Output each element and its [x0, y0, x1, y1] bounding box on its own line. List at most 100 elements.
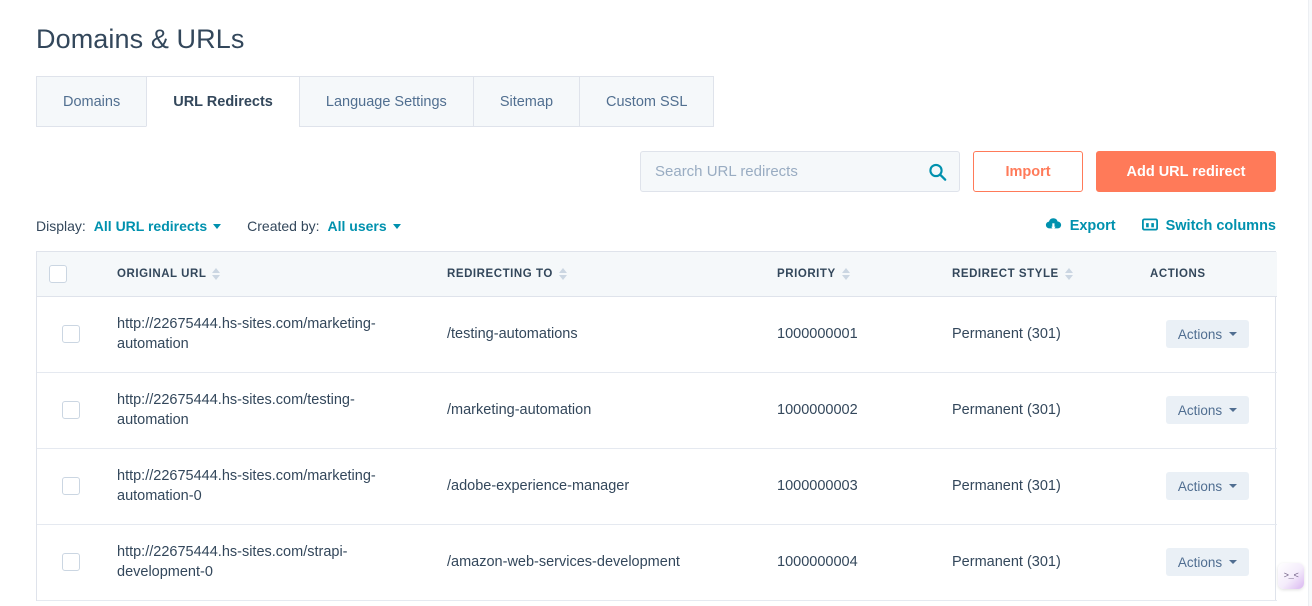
- search-input[interactable]: [640, 151, 960, 192]
- cell-actions: Actions: [1138, 448, 1277, 525]
- page-root: Domains & URLs Domains URL Redirects Lan…: [0, 0, 1312, 606]
- chevron-down-icon: [392, 223, 401, 229]
- page-title: Domains & URLs: [36, 24, 245, 54]
- widget-glyph: >_<: [1283, 571, 1299, 581]
- table-row[interactable]: http://22675444.hs-sites.com/marketing-a…: [37, 448, 1277, 525]
- display-filter-dropdown[interactable]: All URL redirects: [93, 218, 222, 234]
- cell-redirecting-to: /amazon-web-services-development: [435, 524, 765, 601]
- row-select-cell: [37, 524, 105, 601]
- created-by-value: All users: [327, 218, 387, 234]
- row-actions-label: Actions: [1177, 326, 1223, 342]
- row-actions-label: Actions: [1177, 554, 1223, 570]
- header-priority-label: PRIORITY: [777, 267, 836, 280]
- page-scrollbar-track[interactable]: [1308, 0, 1312, 606]
- header-original-url[interactable]: ORIGINAL URL: [105, 252, 435, 297]
- search-field-wrapper: [640, 151, 960, 192]
- cell-priority: 1000000003: [765, 448, 940, 525]
- switch-columns-label: Switch columns: [1165, 218, 1276, 234]
- display-label: Display:: [36, 218, 86, 234]
- row-actions-label: Actions: [1177, 478, 1223, 494]
- chevron-down-icon: [213, 223, 222, 229]
- import-button[interactable]: Import: [973, 151, 1083, 192]
- table-body: http://22675444.hs-sites.com/marketing-a…: [37, 296, 1277, 601]
- cloud-download-icon: [1045, 217, 1062, 235]
- cell-priority: 1000000002: [765, 372, 940, 449]
- redirects-table-container: ORIGINAL URL REDIRECTING TO PRIORITY RED…: [36, 251, 1277, 601]
- row-actions-label: Actions: [1177, 402, 1223, 418]
- export-label: Export: [1069, 218, 1116, 234]
- cell-redirecting-to: /marketing-automation: [435, 372, 765, 449]
- table-header-row: ORIGINAL URL REDIRECTING TO PRIORITY RED…: [37, 252, 1277, 297]
- chevron-down-icon: [1229, 408, 1238, 412]
- tab-domains[interactable]: Domains: [36, 76, 147, 127]
- cell-original-url: http://22675444.hs-sites.com/marketing-a…: [105, 296, 435, 373]
- tab-url-redirects[interactable]: URL Redirects: [146, 76, 299, 127]
- tab-bar: Domains URL Redirects Language Settings …: [36, 76, 1276, 127]
- cell-redirect-style: Permanent (301): [940, 524, 1138, 601]
- chevron-down-icon: [1229, 484, 1238, 488]
- header-actions-label: ACTIONS: [1150, 267, 1206, 280]
- select-all-checkbox[interactable]: [49, 264, 67, 283]
- created-by-dropdown[interactable]: All users: [328, 218, 401, 234]
- toolbar: Import Add URL redirect: [36, 151, 1276, 192]
- tab-label: URL Redirects: [173, 93, 273, 110]
- sort-arrows-icon[interactable]: [558, 267, 567, 280]
- chevron-down-icon: [1229, 332, 1238, 336]
- row-select-cell: [37, 448, 105, 525]
- table-row[interactable]: http://22675444.hs-sites.com/marketing-a…: [37, 296, 1277, 373]
- table-header: ORIGINAL URL REDIRECTING TO PRIORITY RED…: [37, 252, 1277, 297]
- table-row[interactable]: http://22675444.hs-sites.com/strapi-deve…: [37, 524, 1277, 601]
- cell-original-url: http://22675444.hs-sites.com/testing-aut…: [105, 372, 435, 449]
- row-actions-button[interactable]: Actions: [1165, 320, 1250, 348]
- header-redirecting-to[interactable]: REDIRECTING TO: [435, 252, 765, 297]
- row-checkbox[interactable]: [62, 553, 80, 572]
- chevron-down-icon: [1229, 560, 1238, 564]
- header-redirect-style[interactable]: REDIRECT STYLE: [940, 252, 1138, 297]
- tab-label: Sitemap: [499, 93, 554, 110]
- export-button[interactable]: Export: [1045, 217, 1116, 235]
- sort-arrows-icon[interactable]: [212, 267, 221, 280]
- row-actions-button[interactable]: Actions: [1165, 548, 1250, 576]
- header-priority[interactable]: PRIORITY: [765, 252, 940, 297]
- header-actions: ACTIONS: [1138, 252, 1277, 297]
- table-row[interactable]: http://22675444.hs-sites.com/testing-aut…: [37, 372, 1277, 449]
- cell-priority: 1000000004: [765, 524, 940, 601]
- header-original-url-label: ORIGINAL URL: [117, 267, 207, 280]
- help-widget-button[interactable]: >_<: [1278, 563, 1304, 589]
- cell-redirecting-to: /adobe-experience-manager: [435, 448, 765, 525]
- cell-redirecting-to: /testing-automations: [435, 296, 765, 373]
- tab-label: Language Settings: [325, 93, 447, 110]
- tab-custom-ssl[interactable]: Custom SSL: [579, 76, 715, 127]
- header-select-all: [37, 252, 105, 297]
- row-checkbox[interactable]: [62, 477, 80, 496]
- created-by-label: Created by:: [247, 218, 320, 234]
- cell-redirect-style: Permanent (301): [940, 296, 1138, 373]
- tab-label: Custom SSL: [606, 93, 688, 110]
- header-redirect-style-label: REDIRECT STYLE: [952, 267, 1059, 280]
- row-select-cell: [37, 372, 105, 449]
- tab-language-settings[interactable]: Language Settings: [298, 76, 473, 127]
- row-checkbox[interactable]: [62, 325, 80, 344]
- cell-actions: Actions: [1138, 372, 1277, 449]
- add-url-redirect-button[interactable]: Add URL redirect: [1096, 151, 1276, 192]
- cell-original-url: http://22675444.hs-sites.com/strapi-deve…: [105, 524, 435, 601]
- row-checkbox[interactable]: [62, 401, 80, 420]
- tab-label: Domains: [63, 93, 121, 110]
- tab-sitemap[interactable]: Sitemap: [472, 76, 580, 127]
- sort-arrows-icon[interactable]: [841, 267, 850, 280]
- columns-icon: [1141, 217, 1158, 235]
- sort-arrows-icon[interactable]: [1064, 267, 1073, 280]
- cell-original-url: http://22675444.hs-sites.com/marketing-a…: [105, 448, 435, 525]
- row-actions-button[interactable]: Actions: [1165, 472, 1250, 500]
- filter-bar: Display: All URL redirects Created by: A…: [36, 215, 1276, 237]
- cell-priority: 1000000001: [765, 296, 940, 373]
- row-actions-button[interactable]: Actions: [1165, 396, 1250, 424]
- cell-actions: Actions: [1138, 524, 1277, 601]
- cell-redirect-style: Permanent (301): [940, 448, 1138, 525]
- switch-columns-button[interactable]: Switch columns: [1141, 217, 1276, 235]
- filter-actions: Export Switch columns: [1045, 217, 1276, 235]
- display-filter-value: All URL redirects: [93, 218, 208, 234]
- cell-actions: Actions: [1138, 296, 1277, 373]
- row-select-cell: [37, 296, 105, 373]
- redirects-table: ORIGINAL URL REDIRECTING TO PRIORITY RED…: [37, 252, 1277, 601]
